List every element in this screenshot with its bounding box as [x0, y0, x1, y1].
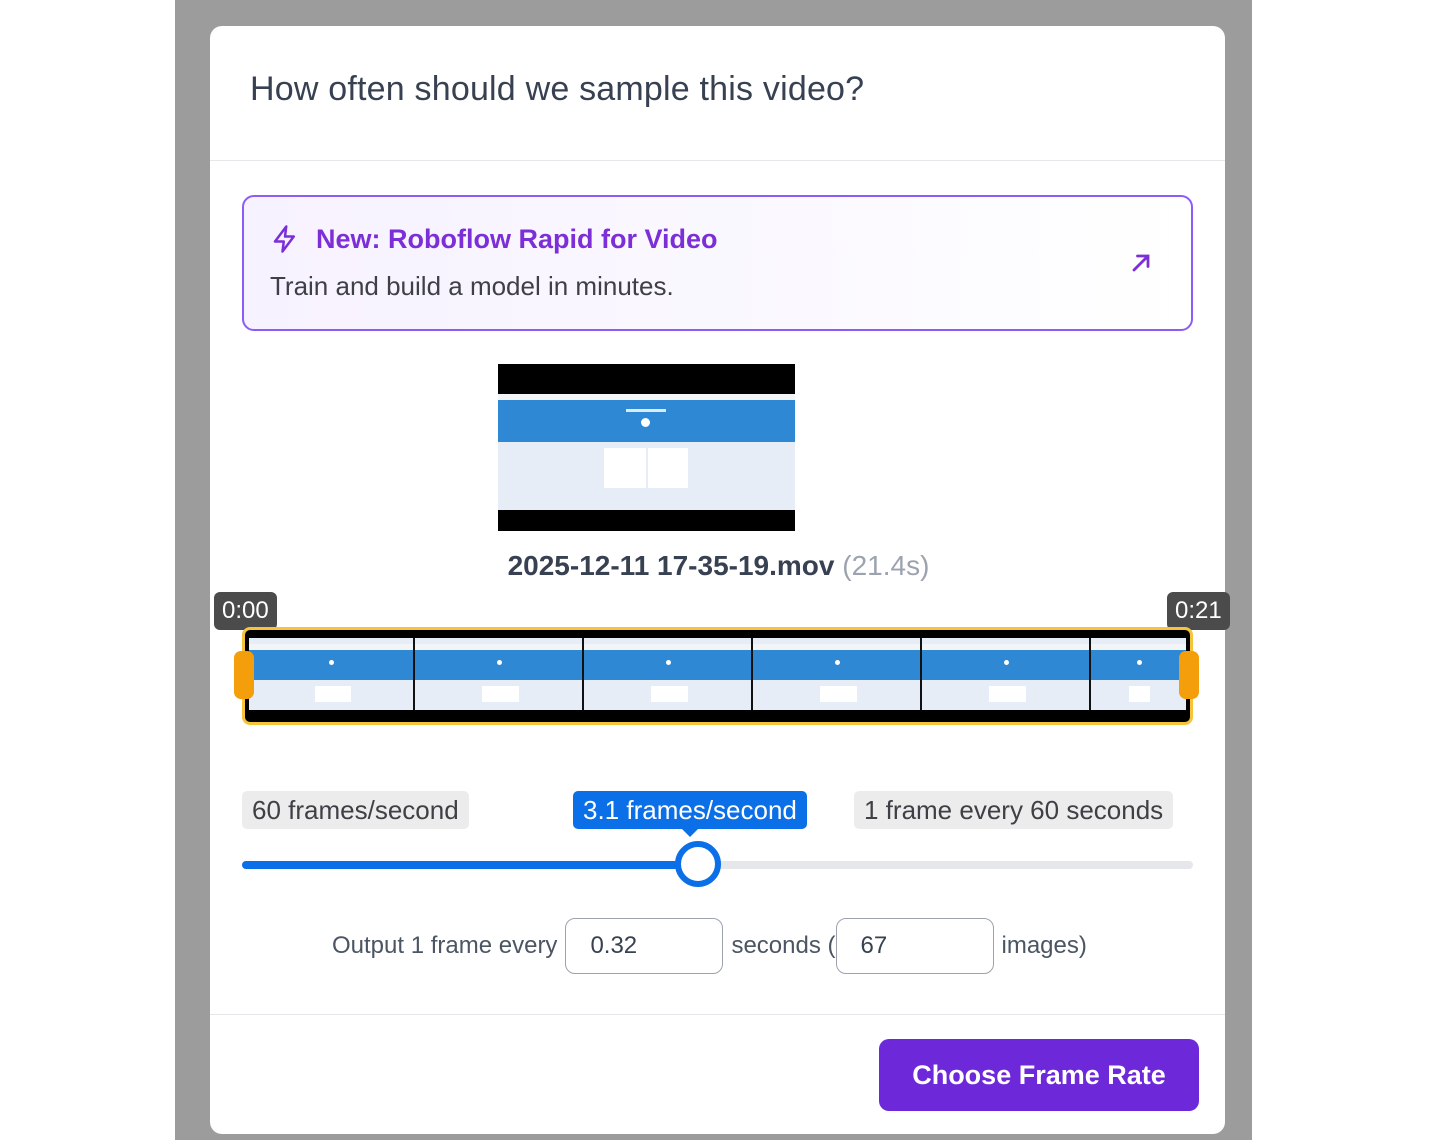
- video-thumbnail: [498, 364, 795, 531]
- choose-frame-rate-button[interactable]: Choose Frame Rate: [879, 1039, 1199, 1111]
- output-suffix: images): [1001, 932, 1087, 959]
- images-input[interactable]: [835, 918, 994, 974]
- arrow-up-right-icon[interactable]: [1127, 249, 1155, 277]
- slider-fill: [242, 861, 699, 869]
- output-settings-row: Output 1 frame every seconds ( images): [332, 918, 1087, 974]
- dialog-title: How often should we sample this video?: [250, 70, 865, 108]
- rate-current-label: 3.1 frames/second: [573, 791, 807, 837]
- rate-min-label: 60 frames/second: [242, 791, 469, 829]
- footer-divider: [210, 1014, 1225, 1015]
- seconds-input[interactable]: [565, 918, 724, 974]
- promo-subtitle: Train and build a model in minutes.: [270, 271, 674, 301]
- video-duration: (21.4s): [842, 550, 930, 581]
- dialog-header: How often should we sample this video?: [210, 26, 1225, 161]
- output-middle: seconds (: [731, 932, 836, 959]
- trim-start-time: 0:00: [214, 592, 277, 630]
- output-prefix: Output 1 frame every: [332, 932, 558, 959]
- video-filename: 2025-12-11 17-35-19.mov: [507, 550, 835, 581]
- trim-end-time: 0:21: [1167, 592, 1230, 630]
- trim-end-handle[interactable]: [1179, 651, 1199, 699]
- video-filename-line: 2025-12-11 17-35-19.mov (21.4s): [210, 550, 1225, 582]
- rapid-promo-banner[interactable]: New: Roboflow Rapid for Video Train and …: [242, 195, 1193, 331]
- rate-max-label: 1 frame every 60 seconds: [854, 791, 1174, 829]
- video-timeline-strip[interactable]: [242, 627, 1193, 725]
- trim-start-handle[interactable]: [234, 651, 254, 699]
- slider-thumb[interactable]: [675, 841, 722, 887]
- promo-title: New: Roboflow Rapid for Video: [316, 223, 718, 254]
- lightning-icon: [273, 225, 295, 253]
- sample-rate-dialog: How often should we sample this video? N…: [210, 26, 1230, 1134]
